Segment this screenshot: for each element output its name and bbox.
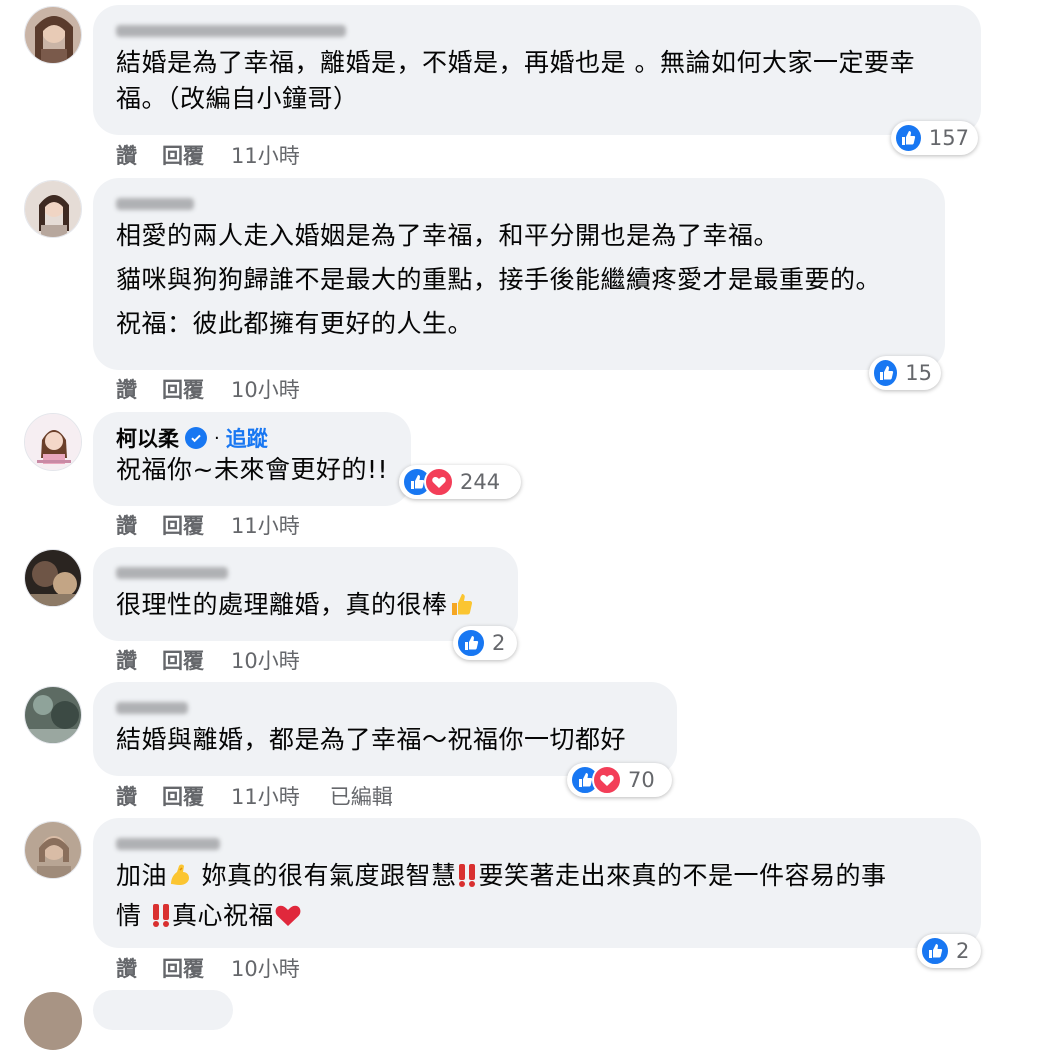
comment-timestamp[interactable]: 11小時 bbox=[231, 140, 300, 170]
comment-bubble: 很理性的處理離婚，真的很棒 bbox=[93, 547, 518, 641]
comment-text-line: 加油 妳真的很有氣度跟智慧 要笑著走出來真的不是一件容易的事 bbox=[116, 858, 959, 898]
like-reaction-icon bbox=[894, 123, 923, 153]
comment-text-line: 情 真心祝福 bbox=[116, 898, 959, 938]
comment-actions: 讚 回覆 11小時 bbox=[116, 510, 330, 540]
reaction-summary[interactable]: 70 bbox=[567, 763, 672, 797]
commenter-name[interactable] bbox=[116, 830, 959, 858]
comment-text-line: 結婚與離婚，都是為了幸福～祝福你一切都好 bbox=[116, 725, 627, 754]
comment-timestamp[interactable]: 10小時 bbox=[231, 645, 300, 675]
reaction-summary[interactable]: 2 bbox=[917, 934, 981, 968]
like-reaction-icon bbox=[872, 358, 900, 388]
commenter-avatar[interactable] bbox=[24, 180, 82, 238]
comment-timestamp[interactable]: 11小時 bbox=[231, 510, 300, 540]
comment-text: 要笑著走出來真的不是一件容易的事 bbox=[478, 861, 887, 890]
comment-timestamp[interactable]: 11小時 bbox=[231, 781, 300, 811]
reaction-count: 244 bbox=[460, 470, 501, 494]
like-button[interactable]: 讚 bbox=[116, 645, 137, 675]
comment-text-line: 結婚是為了幸福，離婚是，不婚是，再婚也是 。無論如何大家一定要幸 bbox=[116, 48, 915, 77]
comment-text: 情 bbox=[116, 901, 150, 930]
commenter-name[interactable] bbox=[116, 190, 923, 218]
reply-button[interactable]: 回覆 bbox=[162, 645, 204, 675]
like-button[interactable]: 讚 bbox=[116, 781, 137, 811]
reply-button[interactable]: 回覆 bbox=[162, 953, 204, 983]
comment-text: 加油 bbox=[116, 861, 168, 890]
comment-bubble: 結婚與離婚，都是為了幸福～祝福你一切都好 bbox=[93, 682, 677, 776]
like-button[interactable]: 讚 bbox=[116, 953, 137, 983]
comment-bubble: 柯以柔 · 追蹤 祝福你~未來會更好的!! bbox=[93, 412, 411, 506]
follow-button[interactable]: 追蹤 bbox=[226, 423, 268, 453]
reaction-summary[interactable]: 244 bbox=[399, 465, 521, 499]
comment-actions: 讚 回覆 10小時 bbox=[116, 374, 330, 404]
commenter-avatar[interactable] bbox=[24, 6, 82, 64]
comment-actions: 讚 回覆 11小時 bbox=[116, 140, 330, 170]
thumbs-up-emoji-icon bbox=[448, 591, 474, 627]
comment-text-line: 相愛的兩人走入婚姻是為了幸福，和平分開也是為了幸福。 bbox=[116, 221, 780, 250]
commenter-avatar[interactable] bbox=[24, 686, 82, 744]
comment-bubble: 加油 妳真的很有氣度跟智慧 要笑著走出來真的不是一件容易的事 情 真心祝福 bbox=[93, 818, 981, 948]
commenter-avatar[interactable] bbox=[24, 413, 82, 471]
comment-text-line: 福。（改編自小鐘哥） bbox=[116, 84, 359, 113]
comment-actions: 讚 回覆 10小時 bbox=[116, 953, 330, 983]
commenter-name[interactable] bbox=[116, 559, 496, 587]
comment-timestamp[interactable]: 10小時 bbox=[231, 374, 300, 404]
reaction-summary[interactable]: 15 bbox=[869, 356, 941, 390]
like-button[interactable]: 讚 bbox=[116, 374, 137, 404]
love-reaction-icon bbox=[592, 765, 622, 795]
commenter-name[interactable] bbox=[116, 694, 655, 722]
reaction-count: 70 bbox=[628, 768, 655, 792]
comment-actions: 讚 回覆 11小時 已編輯 bbox=[116, 781, 393, 811]
double-exclamation-emoji-icon bbox=[150, 902, 172, 938]
commenter-avatar[interactable] bbox=[24, 821, 82, 879]
comment-text: 真心祝福 bbox=[171, 901, 274, 930]
separator-dot: · bbox=[214, 427, 220, 449]
comment-text-line: 祝福：彼此都擁有更好的人生。 bbox=[116, 309, 474, 338]
comment-text-line: 貓咪與狗狗歸誰不是最大的重點，接手後能繼續疼愛才是最重要的。 bbox=[116, 265, 882, 294]
love-reaction-icon bbox=[424, 467, 454, 497]
reaction-count: 2 bbox=[492, 631, 506, 655]
comment-text: 很理性的處理離婚，真的很棒 bbox=[116, 590, 448, 619]
reaction-count: 157 bbox=[928, 126, 969, 150]
comment-text-line: 祝福你~未來會更好的!! bbox=[116, 455, 388, 484]
reaction-count: 2 bbox=[956, 939, 970, 963]
reaction-count: 15 bbox=[905, 361, 932, 385]
reply-button[interactable]: 回覆 bbox=[162, 781, 204, 811]
comment-actions: 讚 回覆 10小時 bbox=[116, 645, 330, 675]
like-button[interactable]: 讚 bbox=[116, 510, 137, 540]
edited-label[interactable]: 已編輯 bbox=[330, 781, 393, 811]
reply-button[interactable]: 回覆 bbox=[162, 140, 204, 170]
next-comment-bubble bbox=[93, 990, 233, 1030]
reply-button[interactable]: 回覆 bbox=[162, 374, 204, 404]
comment-text-line: 很理性的處理離婚，真的很棒 bbox=[116, 587, 496, 627]
reaction-summary[interactable]: 2 bbox=[453, 626, 517, 660]
commenter-avatar[interactable] bbox=[24, 549, 82, 607]
double-exclamation-emoji-icon bbox=[456, 862, 478, 898]
comment-bubble: 相愛的兩人走入婚姻是為了幸福，和平分開也是為了幸福。 貓咪與狗狗歸誰不是最大的重… bbox=[93, 178, 945, 370]
like-reaction-icon bbox=[920, 936, 950, 966]
reply-button[interactable]: 回覆 bbox=[162, 510, 204, 540]
comment-timestamp[interactable]: 10小時 bbox=[231, 953, 300, 983]
verified-badge-icon bbox=[185, 427, 207, 449]
red-heart-emoji-icon bbox=[274, 902, 302, 938]
flexed-biceps-emoji-icon bbox=[167, 862, 193, 898]
next-comment-avatar[interactable] bbox=[24, 992, 82, 1050]
like-button[interactable]: 讚 bbox=[116, 140, 137, 170]
commenter-name[interactable] bbox=[116, 17, 959, 45]
comment-text: 妳真的很有氣度跟智慧 bbox=[193, 861, 457, 890]
commenter-name-row: 柯以柔 · 追蹤 bbox=[116, 424, 389, 452]
like-reaction-icon bbox=[456, 628, 486, 658]
comment-bubble: 結婚是為了幸福，離婚是，不婚是，再婚也是 。無論如何大家一定要幸 福。（改編自小… bbox=[93, 5, 981, 135]
reaction-summary[interactable]: 157 bbox=[891, 121, 978, 155]
commenter-name[interactable]: 柯以柔 bbox=[116, 423, 179, 453]
